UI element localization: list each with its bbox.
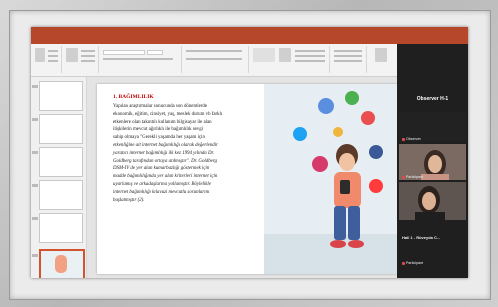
slide-thumbnail-active[interactable] [39,249,85,278]
thumb-number [32,151,38,154]
illustration-svg [264,84,397,274]
phone-addiction-illustration[interactable] [264,84,397,274]
person-leg [348,206,360,240]
slide-thumbnail[interactable] [39,180,83,210]
thumb-number [32,85,38,88]
thumbnail-figure [55,255,67,273]
ribbon-group-editing [330,46,367,73]
ribbon-group-clipboard [31,46,62,73]
phone [340,180,350,194]
shape-fill-button[interactable] [295,50,325,52]
select-button[interactable] [334,60,362,62]
ribbon-group-drawing [249,46,330,73]
youtube-icon [369,179,383,193]
replace-button[interactable] [334,55,362,57]
monitor-frame: 1. BAĞIMLILIK Yapılan araştırmalar sonuc… [0,0,498,307]
section-button[interactable] [81,60,95,62]
body-line: ilişkilerin mevcut ağırlıklı ile bağımlı… [113,127,204,133]
powerpoint-window: 1. BAĞIMLILIK Yapılan araştırmalar sonuc… [31,27,468,278]
format-painter-button[interactable] [48,60,58,62]
mic-muted-icon [402,261,405,265]
thumb-number [32,217,38,220]
align-buttons[interactable] [186,58,242,60]
layout-button[interactable] [81,50,95,52]
slide-thumbnails-pane[interactable] [31,77,87,278]
social-icon [318,98,334,114]
dictate-button[interactable] [375,48,387,62]
body-line: sahip olmaya "Gerekli yaşamda her yaşam … [113,135,205,141]
participant-label: Observer [406,137,421,141]
cut-button[interactable] [48,50,58,52]
mic-muted-icon [402,175,405,179]
social-icon [333,127,343,137]
body-line: madde bağımlılığında yer alan kriterleri… [113,174,218,180]
participant-label: Participant [406,261,423,265]
body-line: uyarlamış ve arkadaşlarına yollamıştır. … [113,181,211,187]
shoe [348,240,364,248]
slide-thumbnail[interactable] [39,81,83,111]
body-line: ekonomik, eğitim, cinsiyet, yaş, meslek … [113,111,223,117]
arrange-button[interactable] [279,48,291,62]
body-line: DSM-IV de yer alan kumarbazlığı gösterme… [113,166,210,172]
list-buttons[interactable] [186,50,242,52]
thumb-number [32,184,38,187]
ribbon-group-paragraph [182,46,249,73]
participant-label-wrap: Observer [402,137,421,141]
ribbon [31,44,397,77]
slide-thumbnail[interactable] [39,213,83,243]
slide-thumbnail[interactable] [39,147,83,177]
slide[interactable]: 1. BAĞIMLILIK Yapılan araştırmalar sonuc… [97,84,397,274]
find-button[interactable] [334,50,362,52]
copy-button[interactable] [48,55,58,57]
participant-tile[interactable]: Participant [399,144,466,180]
body-line: yaratıcı internet bağımlılığı ilk kez 19… [113,150,215,156]
participant-tile[interactable]: Participant [399,248,466,266]
slide-title[interactable]: 1. BAĞIMLILIK [113,94,154,100]
participant-video [399,182,466,220]
shoe [330,240,346,248]
body-line: etkenliğine ait internet bağımlılığı ola… [113,142,218,148]
body-line: başlatmıştır (2). [113,197,145,203]
thumb-number [32,118,38,121]
instagram-icon [312,156,328,172]
thumb-number [32,254,38,257]
participant-label-wrap: Participant [402,261,423,265]
body-line: Goldberg tarafından ortaya atılmıştır". … [113,158,217,164]
font-name-select[interactable] [103,50,145,55]
body-line: internet bağımlılığı kılavuzi mevcutlu s… [113,189,210,195]
facebook-icon [369,145,383,159]
font-size-select[interactable] [147,50,163,55]
paste-button[interactable] [35,48,45,62]
reset-button[interactable] [81,55,95,57]
body-line: etkenlere olan takıntılı kullanım bilgis… [113,119,212,125]
whatsapp-icon [345,91,359,105]
shape-effects-button[interactable] [295,60,325,62]
host-title: Observer H-1 [416,96,449,102]
participant-tile[interactable]: Observer [399,112,466,142]
ribbon-group-voice [367,46,395,73]
mic-muted-icon [402,137,405,141]
video-conference-panel: Observer H-1 Observer Participant Hall 1… [397,44,468,278]
person-face [339,153,355,171]
font-format-buttons[interactable] [103,58,173,60]
shape-outline-button[interactable] [295,55,325,57]
new-slide-button[interactable] [66,48,78,62]
title-bar [31,27,468,37]
slide-canvas[interactable]: 1. BAĞIMLILIK Yapılan araştırmalar sonuc… [87,77,397,278]
participant-tile[interactable] [399,182,466,220]
person-leg [334,206,346,240]
ribbon-group-slides [62,46,99,73]
slide-body-text[interactable]: Yapılan araştırmalar sonucunda son dönem… [113,103,253,204]
participant-tile[interactable]: Hall 1 - Rüveyda C... [399,224,466,246]
ribbon-group-font [99,46,182,73]
slide-thumbnail[interactable] [39,114,83,144]
ribbon-tabs[interactable] [31,37,468,50]
participant-label: Hall 1 - Rüveyda C... [402,235,441,240]
twitter-icon [293,127,307,141]
social-icon [361,111,375,125]
shapes-gallery[interactable] [253,48,275,62]
body-line: Yapılan araştırmalar sonucunda son dönem… [113,104,208,109]
participant-label-wrap: Participant [402,175,423,179]
participant-label: Participant [406,175,423,179]
